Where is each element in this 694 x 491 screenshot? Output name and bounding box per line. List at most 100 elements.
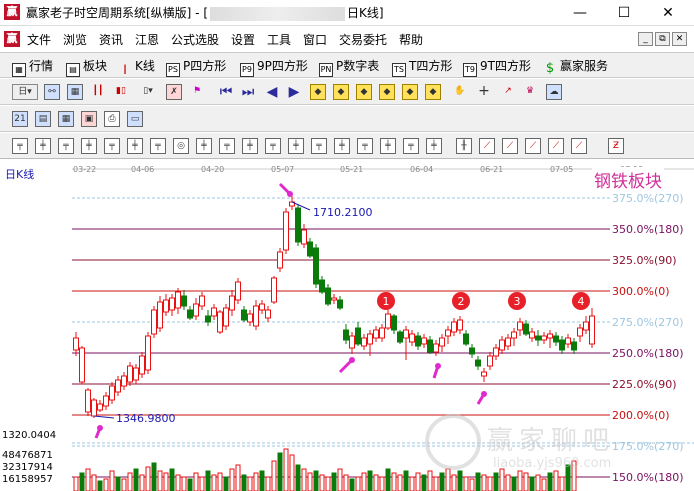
menu-formula[interactable]: 公式选股	[171, 31, 219, 48]
candle-body	[205, 315, 211, 323]
p-square-button[interactable]: PS P四方形	[166, 57, 226, 77]
line-tool-8-icon[interactable]: ╪	[196, 138, 212, 154]
volume-bar	[535, 474, 541, 491]
volume-bar	[289, 454, 295, 491]
line-tool-18-icon[interactable]: ╪	[426, 138, 442, 154]
yellow-tool-2-icon[interactable]: ◆	[333, 84, 349, 100]
line-tool-9-icon[interactable]: ╤	[219, 138, 235, 154]
yellow-tool-6-icon[interactable]: ◆	[425, 84, 441, 100]
line-tool-2-icon[interactable]: ╪	[35, 138, 51, 154]
line-tool-10-icon[interactable]: ╪	[242, 138, 258, 154]
volume-bar	[229, 468, 235, 491]
mdi-restore-button[interactable]: ⧉	[655, 32, 670, 46]
line-tool-16-icon[interactable]: ╪	[380, 138, 396, 154]
grid-icon[interactable]: ▦	[67, 84, 83, 100]
single-candle-icon[interactable]: ▯▾	[140, 84, 156, 100]
cloud-icon[interactable]: ☁	[546, 84, 562, 100]
last-bar-icon[interactable]: ⏭	[240, 84, 256, 100]
angle-tool-1-icon[interactable]: ⟋	[479, 138, 495, 154]
calendar-icon[interactable]: 21	[12, 111, 28, 127]
maximize-button[interactable]: ☐	[604, 0, 644, 26]
first-bar-icon[interactable]: ⏮	[218, 84, 234, 100]
calculator-icon[interactable]: ▤	[35, 111, 51, 127]
save-icon[interactable]: ▣	[81, 111, 97, 127]
volume-bar	[397, 474, 403, 491]
line-tool-7-icon[interactable]: ╤	[150, 138, 166, 154]
grid-tool-icon[interactable]: ╫	[456, 138, 472, 154]
volume-bar	[319, 474, 325, 491]
period-select[interactable]: 日▾	[12, 84, 38, 100]
t-square-button[interactable]: TS T四方形	[392, 57, 452, 77]
yellow-tool-5-icon[interactable]: ◆	[402, 84, 418, 100]
volume-bar	[337, 468, 343, 491]
line-tool-1-icon[interactable]: ╤	[12, 138, 28, 154]
menu-window[interactable]: 窗口	[303, 31, 327, 48]
menu-gann[interactable]: 江恩	[135, 31, 159, 48]
bus-icon[interactable]: ▭	[127, 111, 143, 127]
flag-icon[interactable]: ⚑	[189, 84, 205, 100]
minimize-button[interactable]: —	[560, 0, 600, 26]
yellow-tool-3-icon[interactable]: ◆	[356, 84, 372, 100]
candle-body	[445, 329, 451, 337]
9t-square-button[interactable]: T9 9T四方形	[463, 57, 531, 77]
menu-info[interactable]: 资讯	[99, 31, 123, 48]
candle-body	[217, 311, 223, 333]
menu-help[interactable]: 帮助	[399, 31, 423, 48]
line-tool-11-icon[interactable]: ╤	[265, 138, 281, 154]
line-tool-5-icon[interactable]: ╤	[104, 138, 120, 154]
yellow-tool-1-icon[interactable]: ◆	[310, 84, 326, 100]
line-tool-12-icon[interactable]: ╪	[288, 138, 304, 154]
candle-body	[427, 339, 433, 353]
service-button[interactable]: $ 赢家服务	[543, 57, 608, 77]
mdi-close-button[interactable]: ✕	[672, 32, 687, 46]
p-table-button[interactable]: PN P数字表	[319, 57, 379, 77]
angle-tool-5-icon[interactable]: ⟋	[571, 138, 587, 154]
line-tool-4-icon[interactable]: ╪	[81, 138, 97, 154]
next-bar-icon[interactable]: ▶	[286, 84, 302, 100]
yellow-tool-4-icon[interactable]: ◆	[379, 84, 395, 100]
app-menu-icon[interactable]: 赢	[4, 31, 20, 47]
trend-icon[interactable]: ↗	[500, 84, 516, 100]
menu-browse[interactable]: 浏览	[63, 31, 87, 48]
print-icon[interactable]: ⎙	[104, 111, 120, 127]
pattern-icon[interactable]: ✗	[166, 84, 182, 100]
table-icon[interactable]: ▦	[58, 111, 74, 127]
line-tool-14-icon[interactable]: ╪	[334, 138, 350, 154]
candle-chart-icon[interactable]: ▮▯	[113, 84, 129, 100]
angle-tool-4-icon[interactable]: ⟋	[548, 138, 564, 154]
angle-tool-2-icon[interactable]: ⟋	[502, 138, 518, 154]
candle-body	[295, 207, 301, 243]
candle-body	[511, 331, 517, 339]
menu-trade[interactable]: 交易委托	[339, 31, 387, 48]
kline-button[interactable]: ┃ K线	[118, 57, 155, 78]
mdi-minimize-button[interactable]: _	[638, 32, 653, 46]
hand-icon[interactable]: ✋	[452, 84, 468, 100]
9p-square-button[interactable]: P9 9P四方形	[240, 57, 308, 77]
shape-icon[interactable]: ♛	[522, 84, 538, 100]
crosshair-icon[interactable]: +	[476, 84, 492, 100]
line-tool-17-icon[interactable]: ╤	[403, 138, 419, 154]
quote-button[interactable]: ▦ 行情	[12, 57, 53, 77]
line-tool-6-icon[interactable]: ╪	[127, 138, 143, 154]
volume-bar	[121, 478, 127, 491]
low-price-connector	[93, 415, 115, 419]
line-tool-13-icon[interactable]: ╤	[311, 138, 327, 154]
angle-tool-3-icon[interactable]: ⟋	[525, 138, 541, 154]
volume-bar	[169, 468, 175, 491]
menu-file[interactable]: 文件	[27, 31, 51, 48]
candle-body	[475, 359, 481, 367]
chart-mode-icon[interactable]: ⚯	[44, 84, 60, 100]
candle-body	[373, 329, 379, 339]
candle-body	[241, 309, 247, 321]
menu-settings[interactable]: 设置	[231, 31, 255, 48]
sector-button[interactable]: ▤ 板块	[66, 57, 107, 77]
bar-chart-icon[interactable]: ┃┃	[90, 84, 106, 100]
line-tool-15-icon[interactable]: ╤	[357, 138, 373, 154]
candle-body	[133, 367, 139, 381]
line-tool-3-icon[interactable]: ╤	[58, 138, 74, 154]
menu-tools[interactable]: 工具	[267, 31, 291, 48]
fan-tool-icon[interactable]: Ƶ	[608, 138, 624, 154]
prev-bar-icon[interactable]: ◀	[264, 84, 280, 100]
close-button[interactable]: ✕	[648, 0, 688, 26]
circle-tool-icon[interactable]: ◎	[173, 138, 189, 154]
